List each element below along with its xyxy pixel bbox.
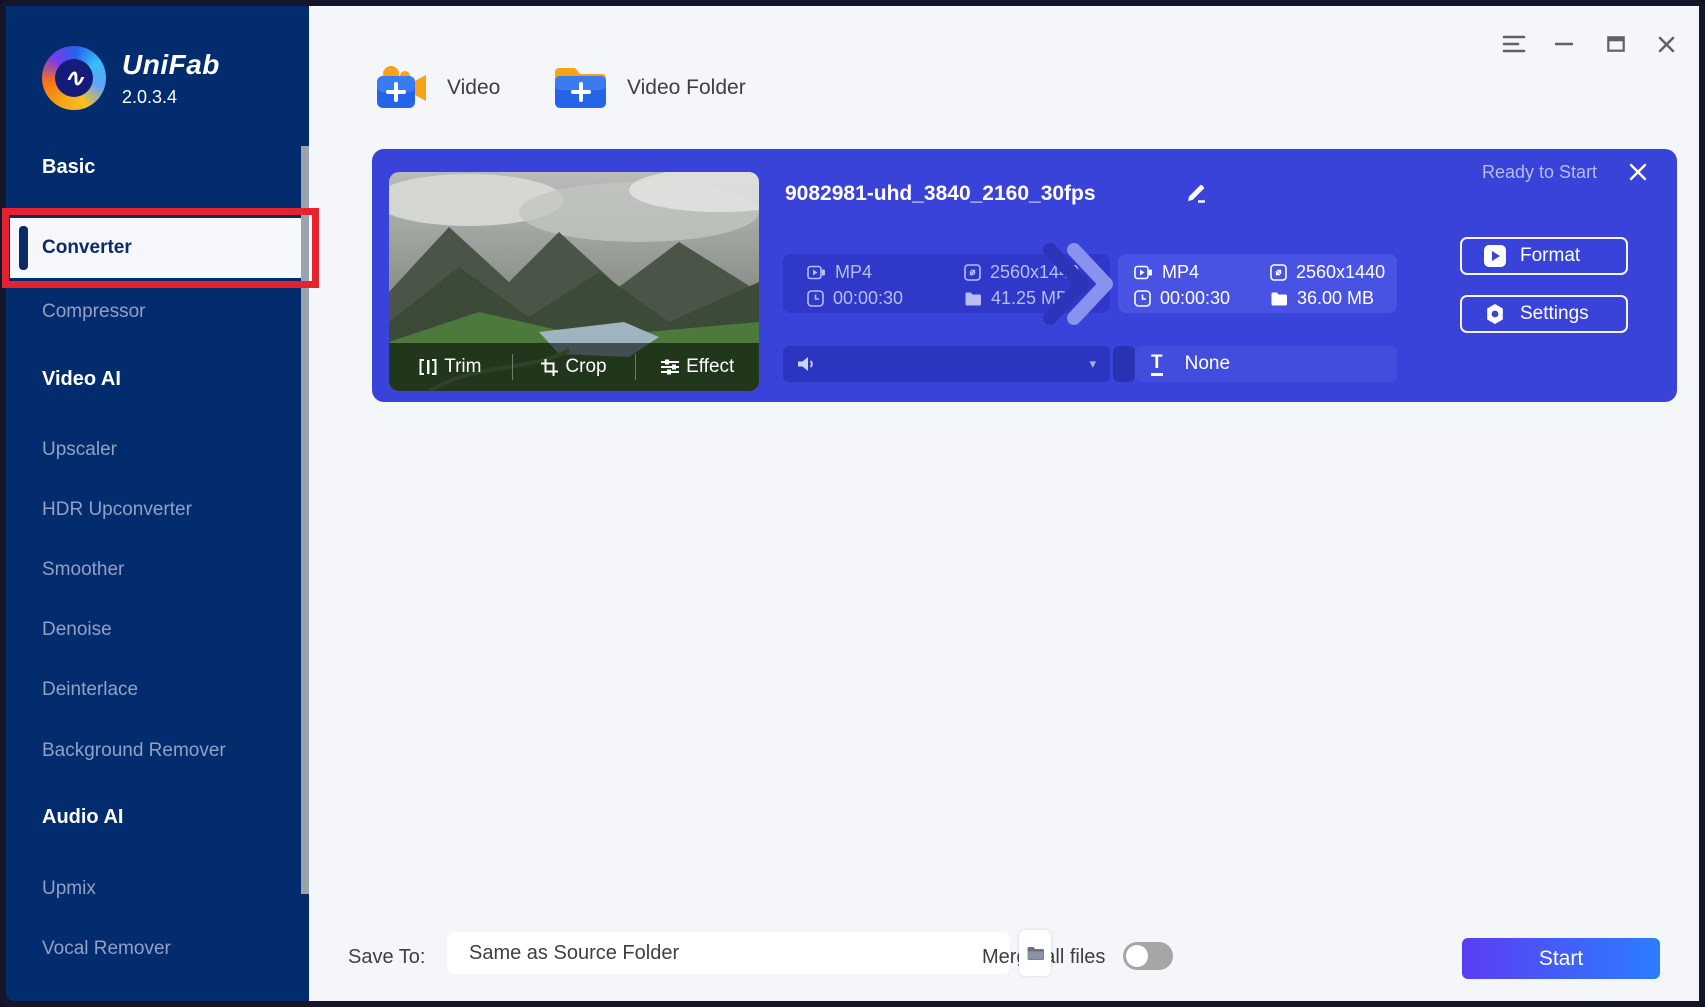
merge-all-files-toggle[interactable] [1123,942,1173,970]
resolution-icon [964,263,981,281]
video-format-icon [807,265,825,279]
browse-folder-button[interactable] [1019,930,1051,976]
dropdown-divider [1113,346,1135,382]
browse-folder-icon [1027,947,1044,960]
video-format-icon [1134,265,1152,279]
dropdown-caret-icon: ▾ [1089,356,1096,371]
resolution-icon [1270,263,1287,281]
start-button[interactable]: Start [1462,938,1660,979]
crop-button[interactable]: Crop [513,343,636,391]
speaker-icon [798,357,813,371]
settings-gear-icon [1487,304,1503,324]
sidebar-item-deinterlace[interactable]: Deinterlace [6,675,315,705]
save-to-label: Save To: [348,946,426,968]
edit-filename-icon[interactable] [1184,181,1210,207]
output-duration: 00:00:30 [1160,287,1231,308]
format-play-icon [1484,245,1506,267]
sidebar: ∿ UniFab 2.0.3.4 Basic Converter Compres… [2,6,319,1001]
close-icon[interactable] [1649,28,1683,60]
active-indicator-bar [19,226,28,270]
add-video-button[interactable]: Video [373,64,500,112]
source-duration: 00:00:30 [833,287,904,308]
minimize-icon[interactable] [1547,28,1581,60]
add-video-label: Video [447,76,501,99]
sidebar-header-video-ai: Video AI [42,368,121,390]
settings-button[interactable]: Settings [1460,295,1628,333]
remove-file-icon[interactable] [1624,158,1652,186]
menu-icon[interactable] [1497,28,1531,60]
effect-button[interactable]: Effect [636,343,759,391]
subtitle-value: None [1184,353,1231,374]
sidebar-scrollbar[interactable] [301,146,309,894]
subtitle-dropdown[interactable]: T None [1135,346,1397,382]
task-card: Trim Crop Effect 9082981-uhd_3840_2160_3… [372,149,1677,402]
app-window: ∿ UniFab 2.0.3.4 Basic Converter Compres… [0,0,1705,1007]
add-video-folder-icon [555,68,606,108]
sidebar-item-background-remover[interactable]: Background Remover [6,736,315,766]
audio-track-dropdown[interactable]: ▾ [783,346,1110,382]
sidebar-item-vocal-remover[interactable]: Vocal Remover [6,934,315,964]
main-area: Video Video Folder Trim Crop Effect 9082… [309,6,1699,1001]
sidebar-item-upmix[interactable]: Upmix [6,874,315,904]
trim-icon [419,359,437,375]
format-button[interactable]: Format [1460,237,1628,275]
maximize-icon[interactable] [1599,28,1633,60]
convert-arrow-icon [1040,242,1116,326]
output-info-panel: MP4 2560x1440 00:00:30 36.00 MB [1118,254,1397,313]
effect-icon [661,359,680,375]
output-resolution: 2560x1440 [1296,261,1386,282]
trim-button[interactable]: Trim [389,343,512,391]
add-video-folder-button[interactable]: Video Folder [553,64,746,112]
source-format: MP4 [835,261,873,282]
crop-icon [541,358,559,376]
sidebar-item-upscaler[interactable]: Upscaler [6,435,315,465]
sidebar-item-smoother[interactable]: Smoother [6,555,315,585]
output-format: MP4 [1162,261,1200,282]
thumbnail-toolbar: Trim Crop Effect [389,343,759,391]
sidebar-item-converter[interactable]: Converter [10,218,315,278]
add-video-folder-label: Video Folder [627,76,746,99]
toggle-knob [1126,945,1148,967]
sidebar-header-basic: Basic [42,156,96,178]
app-name: UniFab [122,48,220,80]
file-size-icon [1271,292,1287,305]
sidebar-item-denoise[interactable]: Denoise [6,615,315,645]
app-logo: ∿ UniFab 2.0.3.4 [42,46,220,110]
duration-icon [807,289,824,307]
sidebar-item-compressor[interactable]: Compressor [6,297,315,327]
subtitle-icon: T [1151,352,1163,376]
sidebar-item-hdr-upconverter[interactable]: HDR Upconverter [6,495,315,525]
save-to-input[interactable] [447,932,1010,974]
video-thumbnail[interactable]: Trim Crop Effect [389,172,759,391]
file-name: 9082981-uhd_3840_2160_30fps [785,182,1096,205]
output-size: 36.00 MB [1297,287,1375,308]
app-version: 2.0.3.4 [122,86,178,107]
status-text: Ready to Start [1482,162,1598,182]
sidebar-header-audio-ai: Audio AI [42,806,124,828]
add-video-icon [377,66,426,108]
file-size-icon [965,292,981,305]
unifab-logo-icon: ∿ [42,46,106,110]
duration-icon [1134,289,1151,307]
